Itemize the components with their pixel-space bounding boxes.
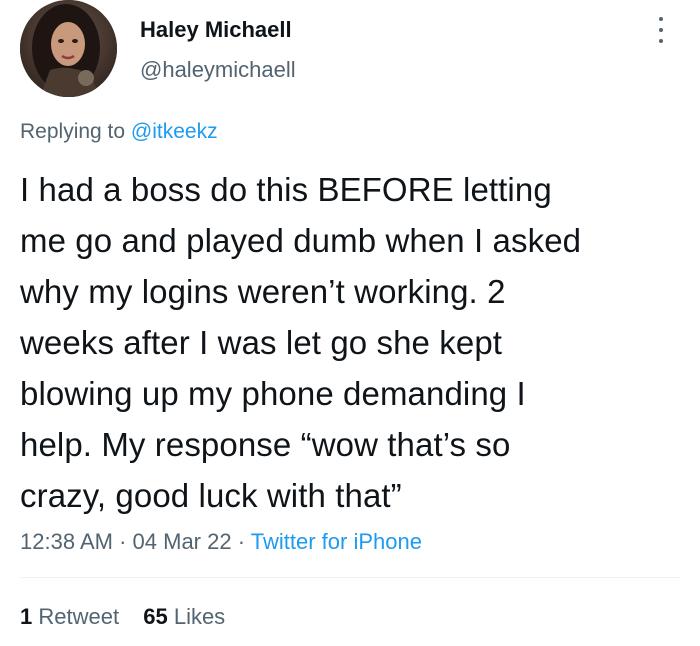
tweet-text: I had a boss do this BEFORE letting me g… <box>20 171 582 514</box>
tweet-date[interactable]: 04 Mar 22 <box>133 529 232 554</box>
likes-stat[interactable]: 65 Likes <box>143 604 225 629</box>
tweet-stats: 1 Retweet 65 Likes <box>20 604 243 630</box>
tweet-time[interactable]: 12:38 AM <box>20 529 113 554</box>
tweet-meta: 12:38 AM · 04 Mar 22 · Twitter for iPhon… <box>20 529 422 555</box>
author-display-name[interactable]: Haley Michaell <box>140 17 292 43</box>
likes-label: Likes <box>173 604 226 629</box>
more-dot <box>659 17 663 21</box>
meta-separator: · <box>237 529 246 554</box>
retweets-label: Retweet <box>38 604 120 629</box>
replying-to-label: Replying to <box>20 120 126 143</box>
meta-separator: · <box>119 529 127 554</box>
replying-to: Replying to @itkeekz <box>20 120 218 144</box>
divider <box>20 577 680 578</box>
avatar-image <box>20 0 117 97</box>
author-handle[interactable]: @haleymichaell <box>140 57 296 83</box>
more-dot <box>659 28 663 32</box>
retweets-stat[interactable]: 1 Retweet <box>20 604 119 629</box>
tweet-source-link[interactable]: Twitter for iPhone <box>251 529 422 554</box>
more-dot <box>659 39 663 43</box>
more-vertical-icon[interactable] <box>654 17 668 43</box>
likes-count: 65 <box>143 604 168 629</box>
reply-mention-link[interactable]: @itkeekz <box>131 120 218 143</box>
retweets-count: 1 <box>20 604 33 629</box>
avatar[interactable] <box>20 0 117 97</box>
